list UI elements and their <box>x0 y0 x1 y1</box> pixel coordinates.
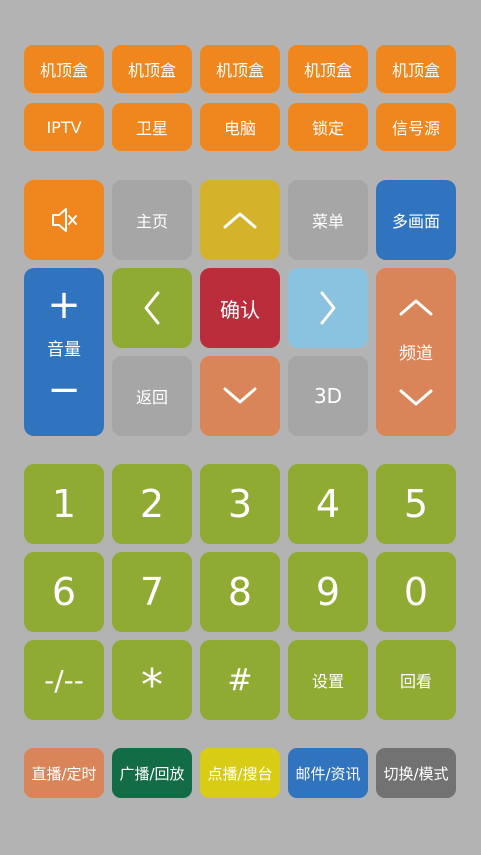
up-button[interactable] <box>200 180 280 260</box>
right-button[interactable] <box>288 268 368 348</box>
left-button[interactable] <box>112 268 192 348</box>
replay-button[interactable]: 回看 <box>376 640 456 720</box>
key-5[interactable]: 5 <box>376 464 456 544</box>
channel-down-button[interactable] <box>398 388 434 408</box>
channel-up-button[interactable] <box>398 297 434 317</box>
3d-button[interactable]: 3D <box>288 356 368 436</box>
chevron-down-icon <box>222 386 258 406</box>
back-button[interactable]: 返回 <box>112 356 192 436</box>
multiscreen-button[interactable]: 多画面 <box>376 180 456 260</box>
volume-plus-button[interactable]: + <box>47 285 81 329</box>
key-3[interactable]: 3 <box>200 464 280 544</box>
mail-info-button[interactable]: 邮件/资讯 <box>288 748 368 798</box>
key-1[interactable]: 1 <box>24 464 104 544</box>
chevron-up-icon <box>222 210 258 230</box>
volume-control: + 音量 − <box>24 268 104 436</box>
stb-button-2[interactable]: 机顶盒 <box>112 45 192 93</box>
mute-button[interactable] <box>24 180 104 260</box>
key-digit-mode[interactable]: -/-- <box>24 640 104 720</box>
home-button[interactable]: 主页 <box>112 180 192 260</box>
key-6[interactable]: 6 <box>24 552 104 632</box>
key-hash[interactable]: # <box>200 640 280 720</box>
key-star[interactable]: * <box>112 640 192 720</box>
channel-label: 频道 <box>399 343 433 364</box>
stb-button-4[interactable]: 机顶盒 <box>288 45 368 93</box>
key-9[interactable]: 9 <box>288 552 368 632</box>
stb-button-5[interactable]: 机顶盒 <box>376 45 456 93</box>
down-button[interactable] <box>200 356 280 436</box>
switch-mode-button[interactable]: 切换/模式 <box>376 748 456 798</box>
key-7[interactable]: 7 <box>112 552 192 632</box>
live-timer-button[interactable]: 直播/定时 <box>24 748 104 798</box>
menu-button[interactable]: 菜单 <box>288 180 368 260</box>
lock-button[interactable]: 锁定 <box>288 103 368 151</box>
settings-button[interactable]: 设置 <box>288 640 368 720</box>
key-0[interactable]: 0 <box>376 552 456 632</box>
chevron-left-icon <box>142 290 162 326</box>
key-4[interactable]: 4 <box>288 464 368 544</box>
volume-label: 音量 <box>47 339 81 360</box>
signal-source-button[interactable]: 信号源 <box>376 103 456 151</box>
channel-control: 频道 <box>376 268 456 436</box>
chevron-right-icon <box>318 290 338 326</box>
speaker-mute-icon <box>50 205 78 235</box>
satellite-button[interactable]: 卫星 <box>112 103 192 151</box>
vod-search-button[interactable]: 点播/搜台 <box>200 748 280 798</box>
key-2[interactable]: 2 <box>112 464 192 544</box>
key-8[interactable]: 8 <box>200 552 280 632</box>
ok-button[interactable]: 确认 <box>200 268 280 348</box>
iptv-button[interactable]: IPTV <box>24 103 104 151</box>
volume-minus-button[interactable]: − <box>47 370 81 414</box>
stb-button-1[interactable]: 机顶盒 <box>24 45 104 93</box>
radio-playback-button[interactable]: 广播/回放 <box>112 748 192 798</box>
computer-button[interactable]: 电脑 <box>200 103 280 151</box>
stb-button-3[interactable]: 机顶盒 <box>200 45 280 93</box>
